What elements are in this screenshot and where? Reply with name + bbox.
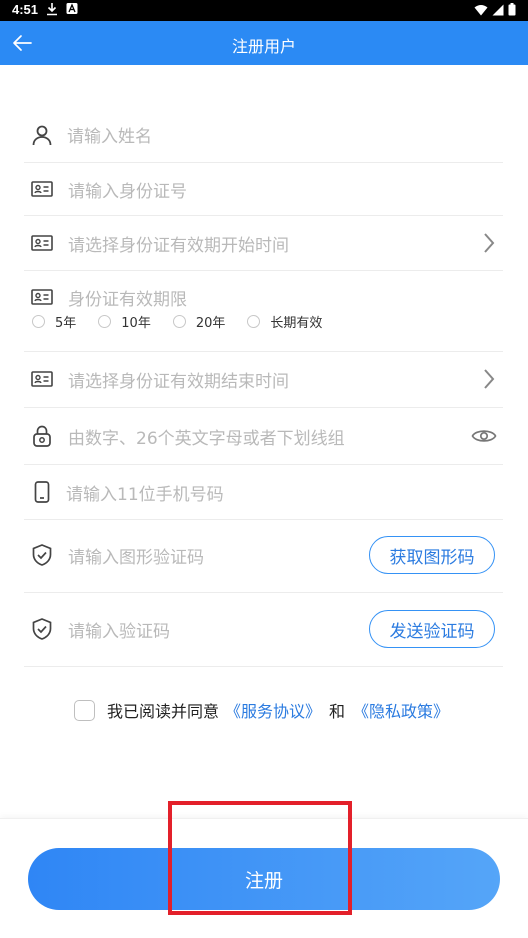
page-title: 注册用户 <box>231 37 296 56</box>
chevron-right-icon <box>484 369 495 389</box>
agreement-prefix: 我已阅读并同意 <box>107 702 220 721</box>
shield-check-icon <box>32 544 52 566</box>
id-card-icon <box>31 289 53 305</box>
validity-start-select[interactable]: 请选择身份证有效期开始时间 <box>68 231 289 256</box>
shield-check-icon <box>32 618 52 640</box>
password-field[interactable]: 由数字、26个英文字母或者下划线组 <box>24 408 503 465</box>
password-input[interactable]: 由数字、26个英文字母或者下划线组 <box>68 424 345 449</box>
lock-icon <box>33 425 51 447</box>
register-button[interactable]: 注册 <box>28 848 500 910</box>
validity-options: 5年 10年 20年 长期有效 <box>32 312 344 331</box>
phone-icon <box>34 481 50 503</box>
send-code-button[interactable]: 发送验证码 <box>369 610 495 648</box>
radio-circle[interactable] <box>98 315 112 328</box>
sms-code-field[interactable]: 请输入验证码 发送验证码 <box>24 593 503 667</box>
status-bar: 4:51 <box>0 0 528 21</box>
id-number-input[interactable]: 请输入身份证号 <box>68 177 187 202</box>
id-card-icon <box>31 371 53 387</box>
validity-period-label: 身份证有效期限 <box>68 290 187 310</box>
validity-option-10y[interactable]: 10年 <box>98 312 151 331</box>
signal-icon <box>492 4 504 15</box>
get-captcha-button[interactable]: 获取图形码 <box>369 536 495 574</box>
id-number-field[interactable]: 请输入身份证号 <box>24 163 503 216</box>
radio-circle[interactable] <box>247 315 261 328</box>
validity-period-field: 身份证有效期限 5年 10年 20年 长期有效 <box>24 271 503 352</box>
status-time: 4:51 <box>12 2 39 17</box>
captcha-input[interactable]: 请输入图形验证码 <box>68 543 204 568</box>
privacy-policy-link[interactable]: 《隐私政策》 <box>353 698 449 722</box>
battery-icon <box>508 3 516 16</box>
validity-end-select[interactable]: 请选择身份证有效期结束时间 <box>68 367 289 392</box>
id-card-icon <box>31 235 53 251</box>
radio-circle[interactable] <box>172 315 186 328</box>
name-input[interactable]: 请输入姓名 <box>67 122 152 147</box>
download-icon <box>47 3 57 16</box>
agreement-and: 和 <box>329 702 346 721</box>
validity-option-20y[interactable]: 20年 <box>172 312 225 331</box>
validity-option-5y[interactable]: 5年 <box>32 312 76 331</box>
agreement-row: 我已阅读并同意 《服务协议》 和 《隐私政策》 <box>74 698 449 722</box>
sms-code-input[interactable]: 请输入验证码 <box>68 617 170 642</box>
id-card-icon <box>31 181 53 197</box>
phone-input[interactable]: 请输入11位手机号码 <box>66 480 224 505</box>
agreement-checkbox[interactable] <box>74 699 95 721</box>
captcha-field[interactable]: 请输入图形验证码 获取图形码 <box>24 520 503 593</box>
validity-start-field[interactable]: 请选择身份证有效期开始时间 <box>24 216 503 271</box>
wifi-icon <box>474 4 488 15</box>
person-icon <box>32 125 52 146</box>
phone-field[interactable]: 请输入11位手机号码 <box>24 465 503 520</box>
validity-option-permanent[interactable]: 长期有效 <box>247 312 322 331</box>
app-bar: 注册用户 <box>0 21 528 65</box>
app-notification-icon <box>66 3 78 14</box>
validity-end-field[interactable]: 请选择身份证有效期结束时间 <box>24 352 503 408</box>
chevron-right-icon <box>484 233 495 253</box>
service-agreement-link[interactable]: 《服务协议》 <box>225 698 321 722</box>
radio-circle[interactable] <box>32 315 45 328</box>
eye-icon[interactable] <box>471 426 497 446</box>
name-field[interactable]: 请输入姓名 <box>24 108 503 163</box>
